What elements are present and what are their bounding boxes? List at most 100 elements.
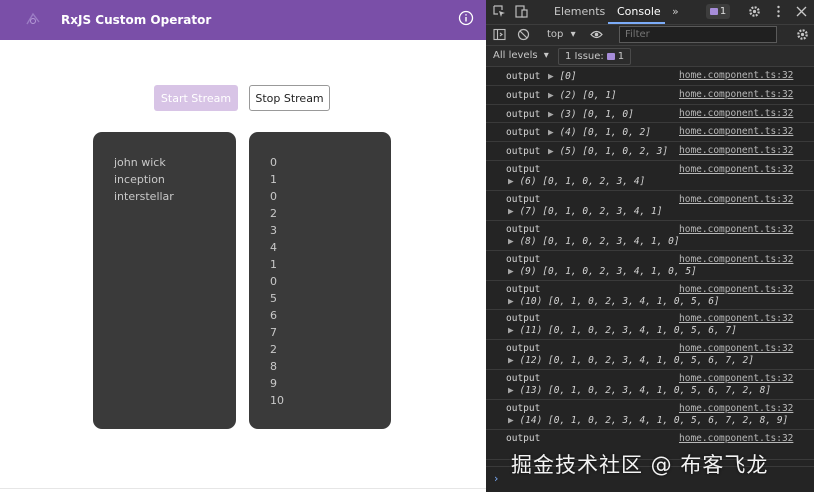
log-value[interactable]: ▶ (10) [0, 1, 0, 2, 3, 4, 1, 0, 5, 6] bbox=[508, 296, 720, 307]
console-log-row[interactable]: output ▶ (12) [0, 1, 0, 2, 3, 4, 1, 0, 5,… bbox=[486, 340, 814, 371]
inspect-element-icon[interactable] bbox=[493, 5, 506, 18]
console-log-row[interactable]: output ▶ (2) [0, 1] home.component.ts:32 bbox=[486, 86, 814, 105]
number-item: 7 bbox=[270, 326, 277, 339]
more-tabs-button[interactable]: » bbox=[672, 5, 679, 18]
console-log-row[interactable]: output ▶ (7) [0, 1, 0, 2, 3, 4, 1] home.co… bbox=[486, 191, 814, 221]
log-source-link[interactable]: home.component.ts:32 bbox=[679, 194, 793, 205]
expand-triangle-icon[interactable]: ▶ bbox=[508, 385, 519, 396]
log-value[interactable]: ▶ (8) [0, 1, 0, 2, 3, 4, 1, 0] bbox=[508, 236, 680, 247]
log-array-text: (14) [0, 1, 0, 2, 3, 4, 1, 0, 5, 6, 7, 2… bbox=[519, 415, 789, 427]
info-icon[interactable] bbox=[458, 10, 474, 26]
gear-icon[interactable] bbox=[748, 5, 761, 18]
number-item: 0 bbox=[270, 190, 277, 203]
log-array-text: (9) [0, 1, 0, 2, 3, 4, 1, 0, 5] bbox=[519, 265, 697, 277]
rxjs-logo-icon bbox=[26, 12, 40, 25]
issues-badge[interactable]: 1 bbox=[706, 4, 730, 19]
log-value[interactable]: ▶ (2) [0, 1] bbox=[548, 90, 617, 101]
log-source-link[interactable]: home.component.ts:32 bbox=[679, 343, 793, 354]
expand-triangle-icon[interactable]: ▶ bbox=[508, 325, 519, 336]
log-array-text: (5) [0, 1, 0, 2, 3] bbox=[559, 146, 669, 158]
kebab-menu-icon[interactable] bbox=[772, 5, 785, 18]
badge-count: 1 bbox=[719, 6, 727, 17]
close-icon[interactable] bbox=[795, 5, 808, 18]
expand-triangle-icon[interactable]: ▶ bbox=[548, 90, 559, 101]
expand-triangle-icon[interactable]: ▶ bbox=[548, 109, 559, 120]
log-label: output bbox=[506, 108, 541, 120]
console-log-row[interactable]: output ▶ (10) [0, 1, 0, 2, 3, 4, 1, 0, 5,… bbox=[486, 281, 814, 311]
console-log-row[interactable]: output ▶ [0] home.component.ts:32 bbox=[486, 67, 814, 86]
log-value[interactable]: ▶ (14) [0, 1, 0, 2, 3, 4, 1, 0, 5, 6, 7,… bbox=[508, 415, 788, 426]
expand-triangle-icon[interactable]: ▶ bbox=[508, 355, 519, 366]
log-source-link[interactable]: home.component.ts:32 bbox=[679, 313, 793, 324]
issues-count: 1 bbox=[617, 51, 625, 62]
log-source-link[interactable]: home.component.ts:32 bbox=[679, 145, 793, 156]
stop-stream-button[interactable]: Stop Stream bbox=[249, 85, 330, 111]
context-selector[interactable]: top ▾ bbox=[547, 29, 576, 40]
expand-triangle-icon[interactable]: ▶ bbox=[508, 176, 519, 187]
log-value[interactable]: ▶ (4) [0, 1, 0, 2] bbox=[548, 127, 651, 138]
log-source-link[interactable]: home.component.ts:32 bbox=[679, 70, 793, 81]
log-levels-dropdown[interactable]: All levels ▾ bbox=[493, 50, 549, 61]
log-source-link[interactable]: home.component.ts:32 bbox=[679, 126, 793, 137]
filter-input[interactable] bbox=[619, 26, 777, 43]
caret-down-icon: ▾ bbox=[543, 50, 549, 61]
log-value[interactable]: ▶ (5) [0, 1, 0, 2, 3] bbox=[548, 146, 668, 157]
issues-label: 1 Issue: bbox=[565, 51, 604, 62]
console-log-row[interactable]: output ▶ (13) [0, 1, 0, 2, 3, 4, 1, 0, 5,… bbox=[486, 370, 814, 401]
sidebar-toggle-icon[interactable] bbox=[493, 28, 506, 41]
log-value[interactable]: ▶ [0] bbox=[548, 71, 577, 82]
log-label: output bbox=[506, 163, 541, 175]
log-label: output bbox=[506, 253, 541, 265]
log-label: output bbox=[506, 146, 541, 158]
console-log-row[interactable]: output ▶ (3) [0, 1, 0] home.component.ts:3… bbox=[486, 105, 814, 124]
console-settings-gear-icon[interactable] bbox=[796, 28, 809, 41]
log-value[interactable]: ▶ (6) [0, 1, 0, 2, 3, 4] bbox=[508, 176, 645, 187]
console-log-row[interactable]: output ▶ (6) [0, 1, 0, 2, 3, 4] home.compo… bbox=[486, 161, 814, 191]
log-source-link[interactable]: home.component.ts:32 bbox=[679, 433, 793, 444]
expand-triangle-icon[interactable]: ▶ bbox=[548, 71, 559, 82]
expand-triangle-icon[interactable]: ▶ bbox=[508, 415, 519, 426]
console-log-row[interactable]: output ▶ (8) [0, 1, 0, 2, 3, 4, 1, 0] home… bbox=[486, 221, 814, 251]
log-label: output bbox=[506, 313, 541, 325]
eye-icon[interactable] bbox=[590, 28, 603, 41]
log-label: output bbox=[506, 343, 541, 355]
log-source-link[interactable]: home.component.ts:32 bbox=[679, 89, 793, 100]
log-array-text: (8) [0, 1, 0, 2, 3, 4, 1, 0] bbox=[519, 235, 680, 247]
log-source-link[interactable]: home.component.ts:32 bbox=[679, 254, 793, 265]
log-value[interactable]: ▶ (13) [0, 1, 0, 2, 3, 4, 1, 0, 5, 6, 7,… bbox=[508, 385, 771, 396]
expand-triangle-icon[interactable]: ▶ bbox=[548, 146, 559, 157]
console-log-row[interactable]: output ▶ (11) [0, 1, 0, 2, 3, 4, 1, 0, 5,… bbox=[486, 310, 814, 341]
console-log-row[interactable]: output ▶ (5) [0, 1, 0, 2, 3] home.componen… bbox=[486, 142, 814, 161]
tab-elements[interactable]: Elements bbox=[554, 5, 605, 18]
tab-console[interactable]: Console bbox=[617, 5, 661, 18]
console-log-row[interactable]: output ▶ (9) [0, 1, 0, 2, 3, 4, 1, 0, 5] h… bbox=[486, 251, 814, 281]
log-value[interactable]: ▶ (9) [0, 1, 0, 2, 3, 4, 1, 0, 5] bbox=[508, 266, 697, 277]
log-value[interactable]: ▶ (12) [0, 1, 0, 2, 3, 4, 1, 0, 5, 6, 7,… bbox=[508, 355, 754, 366]
issues-pill[interactable]: 1 Issue: 1 bbox=[558, 48, 632, 65]
log-source-link[interactable]: home.component.ts:32 bbox=[679, 373, 793, 384]
log-source-link[interactable]: home.component.ts:32 bbox=[679, 224, 793, 235]
expand-triangle-icon[interactable]: ▶ bbox=[508, 296, 519, 307]
console-log-row[interactable]: output ▶ (14) [0, 1, 0, 2, 3, 4, 1, 0, 5,… bbox=[486, 400, 814, 430]
log-source-link[interactable]: home.component.ts:32 bbox=[679, 284, 793, 295]
start-stream-button[interactable]: Start Stream bbox=[154, 85, 238, 111]
log-value[interactable]: ▶ (7) [0, 1, 0, 2, 3, 4, 1] bbox=[508, 206, 662, 217]
movie-item: interstellar bbox=[114, 190, 174, 203]
log-source-link[interactable]: home.component.ts:32 bbox=[679, 403, 793, 414]
prompt-chevron-icon: › bbox=[494, 472, 499, 485]
expand-triangle-icon[interactable]: ▶ bbox=[508, 236, 519, 247]
number-item: 4 bbox=[270, 241, 277, 254]
expand-triangle-icon[interactable]: ▶ bbox=[508, 266, 519, 277]
log-source-link[interactable]: home.component.ts:32 bbox=[679, 164, 793, 175]
numbers-list: 0 1 0 2 3 4 1 0 5 6 7 2 8 9 10 bbox=[270, 154, 284, 409]
clear-console-icon[interactable] bbox=[517, 28, 530, 41]
device-toolbar-icon[interactable] bbox=[515, 5, 528, 18]
expand-triangle-icon[interactable]: ▶ bbox=[548, 127, 559, 138]
log-value[interactable]: ▶ (11) [0, 1, 0, 2, 3, 4, 1, 0, 5, 6, 7] bbox=[508, 325, 737, 336]
devtools-tabbar: Elements Console » 1 bbox=[486, 0, 814, 25]
log-value[interactable]: ▶ (3) [0, 1, 0] bbox=[548, 109, 634, 120]
console-log-row[interactable]: output ▶ (4) [0, 1, 0, 2] home.component.t… bbox=[486, 123, 814, 143]
log-label: output bbox=[506, 223, 541, 235]
log-source-link[interactable]: home.component.ts:32 bbox=[679, 108, 793, 119]
expand-triangle-icon[interactable]: ▶ bbox=[508, 206, 519, 217]
